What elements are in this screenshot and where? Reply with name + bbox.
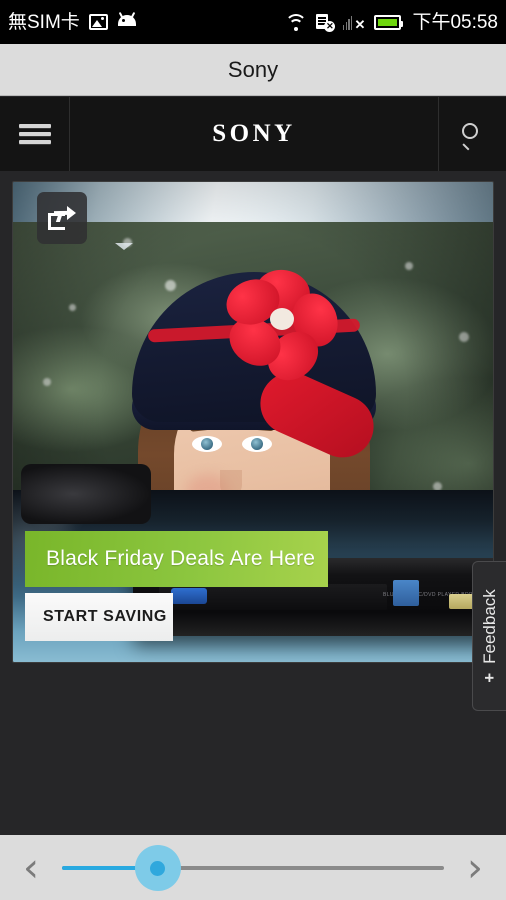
search-icon xyxy=(461,123,484,151)
start-saving-button[interactable]: START SAVING xyxy=(25,593,173,641)
feedback-label: Feedback xyxy=(479,589,499,664)
feedback-tab[interactable]: + Feedback xyxy=(472,561,506,711)
site-navigation-bar: SONY xyxy=(0,97,506,171)
sony-logo-text: SONY xyxy=(212,120,296,147)
status-clock: 下午05:58 xyxy=(412,11,498,33)
android-icon xyxy=(117,11,254,30)
page-content: BLU-RAY DISC/DVD PLAYER BDP-S3500 Black … xyxy=(0,171,506,835)
next-button[interactable]: › xyxy=(444,848,506,888)
previous-button[interactable]: ‹ xyxy=(0,848,62,888)
slider-thumb[interactable] xyxy=(150,861,165,876)
promo-banner-text: Black Friday Deals Are Here xyxy=(46,547,316,570)
zoom-slider[interactable] xyxy=(62,835,444,900)
status-bar-left: 無SIM卡 xyxy=(8,11,254,33)
carousel-notch-marker xyxy=(115,243,133,250)
signal-no-service-icon: ✕ xyxy=(343,14,365,31)
hero-carousel[interactable]: BLU-RAY DISC/DVD PLAYER BDP-S3500 Black … xyxy=(12,181,494,663)
status-bar-right: ✕ ✕ 下午05:58 xyxy=(285,13,498,32)
share-icon xyxy=(48,206,76,230)
device-screen: 無SIM卡 ✕ ✕ 下午05:58 Sony SONY BLU-RAY DISC… xyxy=(0,0,506,900)
sony-logo-link[interactable]: SONY xyxy=(70,97,438,171)
search-button[interactable] xyxy=(438,97,506,171)
status-bar: 無SIM卡 ✕ ✕ 下午05:58 xyxy=(0,0,506,44)
sim-status-label: 無SIM卡 xyxy=(8,11,80,33)
promo-banner: Black Friday Deals Are Here xyxy=(25,531,328,587)
bottom-toolbar: ‹ › xyxy=(0,835,506,900)
picture-icon xyxy=(88,14,108,30)
wifi-icon xyxy=(285,13,308,31)
share-button[interactable] xyxy=(37,192,87,244)
page-title: Sony xyxy=(227,56,279,82)
hamburger-icon xyxy=(18,120,51,148)
feedback-plus-icon: + xyxy=(479,672,499,683)
browser-title-bar: Sony xyxy=(0,44,506,96)
menu-button[interactable] xyxy=(0,97,70,171)
battery-icon xyxy=(374,14,404,30)
sync-disabled-icon: ✕ xyxy=(316,13,336,32)
start-saving-label: START SAVING xyxy=(43,608,167,625)
